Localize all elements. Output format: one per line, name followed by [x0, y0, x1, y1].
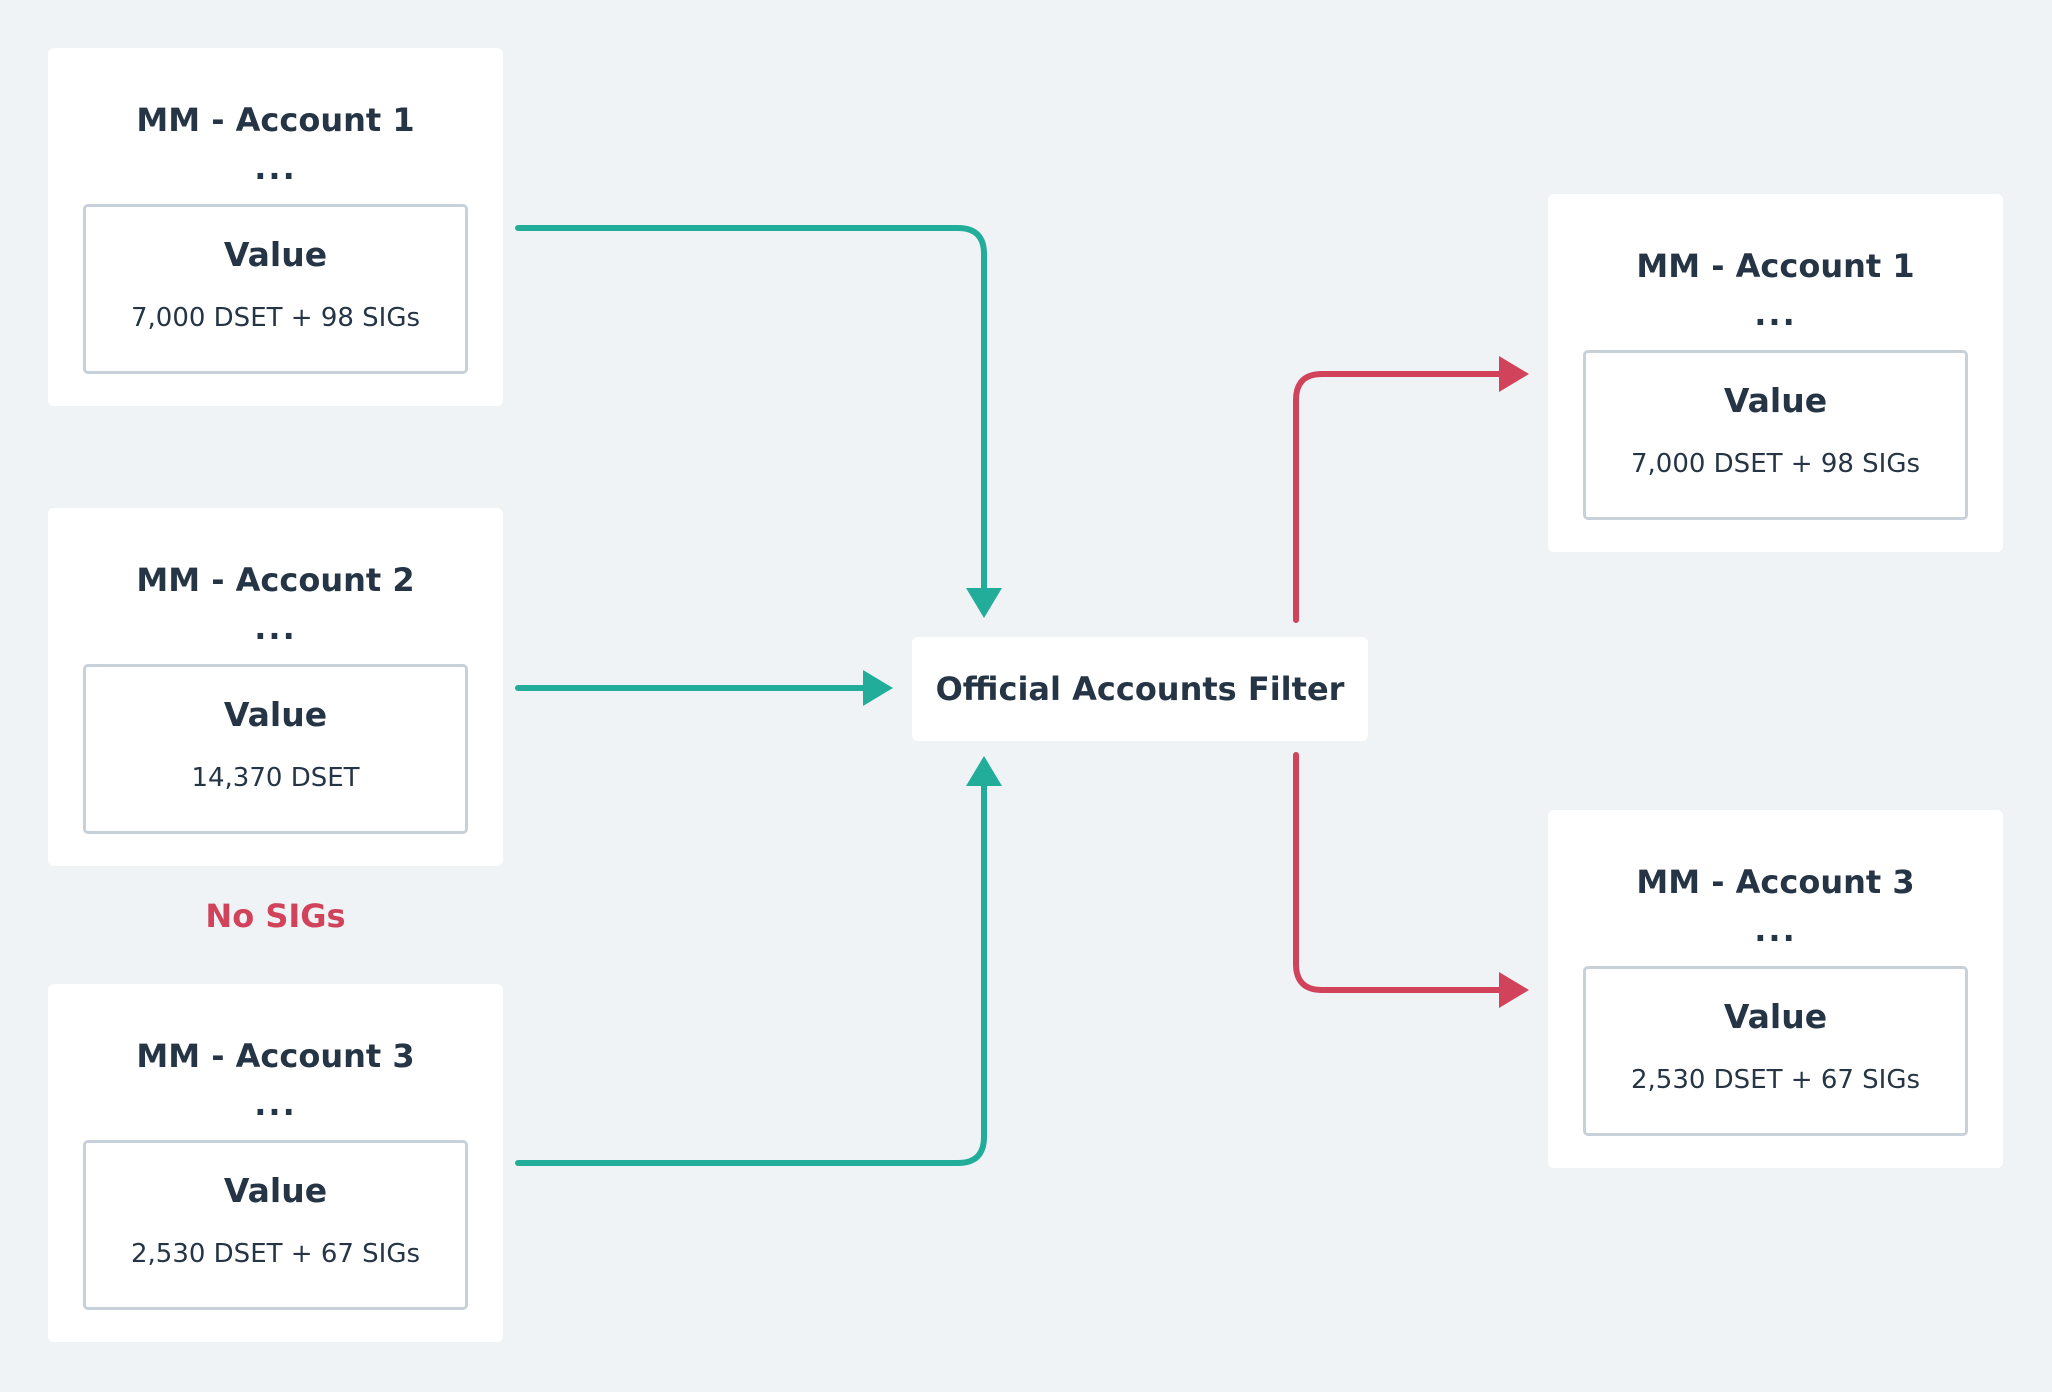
account-ellipsis: ...	[1754, 911, 1797, 949]
value-label: Value	[223, 695, 328, 734]
value-amount: 2,530 DSET + 67 SIGs	[1630, 1065, 1921, 1095]
account-ellipsis: ...	[254, 609, 297, 647]
value-box: Value 14,370 DSET	[83, 664, 468, 834]
value-box: Value 2,530 DSET + 67 SIGs	[83, 1140, 468, 1310]
arrow-filter-to-output3	[1293, 752, 1529, 1008]
value-amount: 7,000 DSET + 98 SIGs	[130, 303, 421, 333]
input-account-card-3: MM - Account 3 ... Value 2,530 DSET + 67…	[48, 984, 503, 1342]
value-box: Value 7,000 DSET + 98 SIGs	[1583, 350, 1968, 520]
account-title: MM - Account 2	[136, 561, 415, 599]
input-account-card-2: MM - Account 2 ... Value 14,370 DSET	[48, 508, 503, 866]
input-account-card-1: MM - Account 1 ... Value 7,000 DSET + 98…	[48, 48, 503, 406]
value-amount: 7,000 DSET + 98 SIGs	[1630, 449, 1921, 479]
value-label: Value	[223, 1171, 328, 1210]
output-account-card-1: MM - Account 1 ... Value 7,000 DSET + 98…	[1548, 194, 2003, 552]
account-ellipsis: ...	[254, 1085, 297, 1123]
arrow-account1-to-filter	[515, 225, 1002, 618]
account-title: MM - Account 3	[1636, 863, 1915, 901]
value-label: Value	[1723, 381, 1828, 420]
value-box: Value 2,530 DSET + 67 SIGs	[1583, 966, 1968, 1136]
account-ellipsis: ...	[254, 149, 297, 187]
value-box: Value 7,000 DSET + 98 SIGs	[83, 204, 468, 374]
account-title: MM - Account 1	[1636, 247, 1915, 285]
value-amount: 2,530 DSET + 67 SIGs	[130, 1239, 421, 1269]
value-label: Value	[223, 235, 328, 274]
value-label: Value	[1723, 997, 1828, 1036]
official-accounts-filter: Official Accounts Filter	[912, 637, 1368, 741]
no-sigs-note: No SIGs	[205, 897, 346, 935]
filter-label: Official Accounts Filter	[935, 670, 1345, 708]
account-title: MM - Account 1	[136, 101, 415, 139]
arrow-filter-to-output1	[1293, 356, 1529, 623]
account-ellipsis: ...	[1754, 295, 1797, 333]
account-title: MM - Account 3	[136, 1037, 415, 1075]
value-amount: 14,370 DSET	[191, 763, 360, 793]
output-account-card-3: MM - Account 3 ... Value 2,530 DSET + 67…	[1548, 810, 2003, 1168]
arrow-account3-to-filter	[515, 756, 1002, 1166]
